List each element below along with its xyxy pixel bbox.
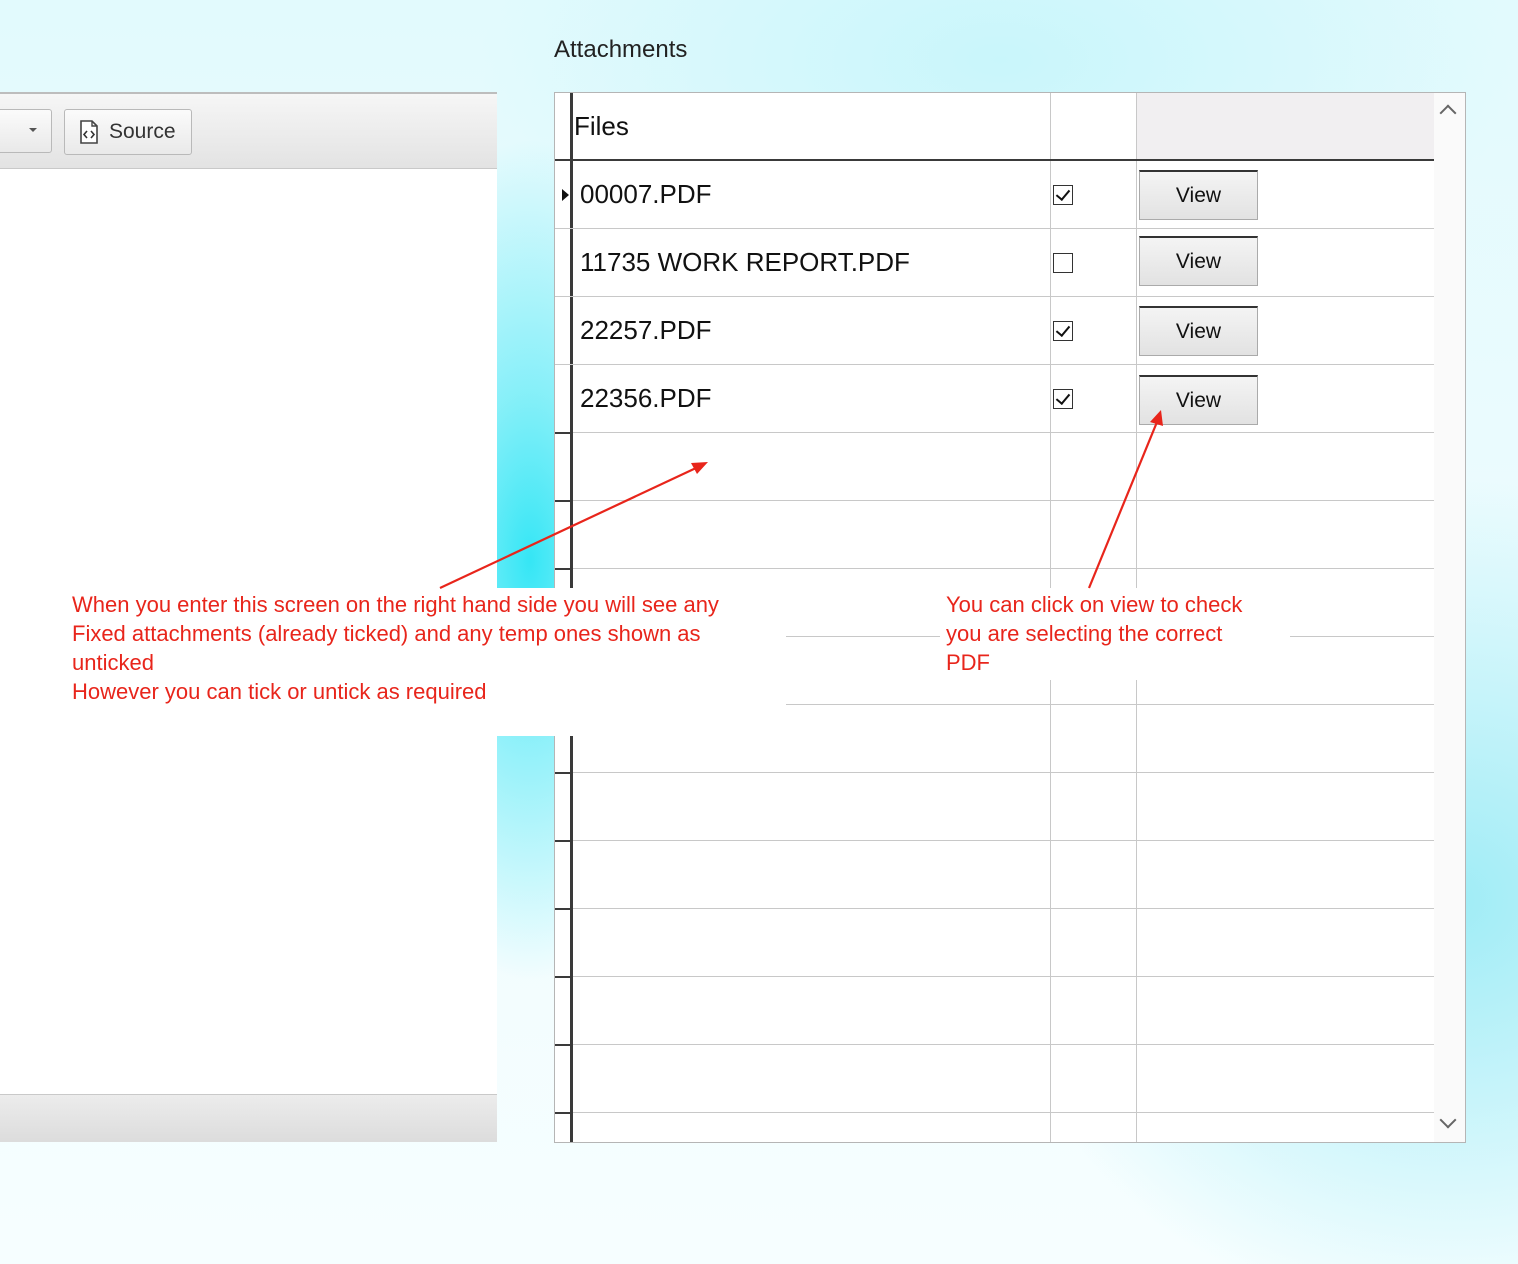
attach-checkbox[interactable] xyxy=(1053,321,1073,341)
row-indicator-tick xyxy=(555,840,573,842)
row-divider xyxy=(555,908,1434,909)
file-name-cell[interactable]: 11735 WORK REPORT.PDF xyxy=(580,247,910,278)
row-divider xyxy=(555,228,1434,229)
chevron-down-icon[interactable] xyxy=(1439,1111,1457,1129)
row-divider xyxy=(555,976,1434,977)
row-indicator-tick xyxy=(555,1044,573,1046)
source-code-icon xyxy=(80,120,98,144)
editor-toolbar: Source xyxy=(0,92,497,169)
row-divider xyxy=(555,1044,1434,1045)
chevron-down-icon xyxy=(29,128,37,132)
row-divider xyxy=(555,840,1434,841)
files-column-header[interactable]: Files xyxy=(574,111,629,142)
current-row-icon xyxy=(562,189,569,201)
row-indicator-tick xyxy=(555,772,573,774)
view-button[interactable]: View xyxy=(1139,375,1258,425)
row-divider xyxy=(555,500,1434,501)
format-dropdown[interactable] xyxy=(0,109,52,153)
attach-checkbox[interactable] xyxy=(1053,253,1073,273)
file-name-cell[interactable]: 22356.PDF xyxy=(580,383,712,414)
view-button[interactable]: View xyxy=(1139,236,1258,286)
row-divider xyxy=(555,432,1434,433)
source-button-label: Source xyxy=(109,120,176,143)
row-indicator-tick xyxy=(555,976,573,978)
file-name-cell[interactable]: 00007.PDF xyxy=(580,179,712,210)
row-indicator-tick xyxy=(555,432,573,434)
attach-checkbox[interactable] xyxy=(1053,389,1073,409)
row-indicator-tick xyxy=(555,908,573,910)
header-divider xyxy=(555,159,1434,161)
row-divider xyxy=(555,364,1434,365)
attach-checkbox[interactable] xyxy=(1053,185,1073,205)
chevron-up-icon[interactable] xyxy=(1439,104,1457,122)
row-indicator-tick xyxy=(555,568,573,570)
attachments-title: Attachments xyxy=(554,36,688,63)
row-indicator-tick xyxy=(555,500,573,502)
vertical-scrollbar[interactable] xyxy=(1434,93,1465,1142)
view-button[interactable]: View xyxy=(1139,306,1258,356)
file-name-cell[interactable]: 22257.PDF xyxy=(580,315,712,346)
row-divider xyxy=(555,568,1434,569)
view-button[interactable]: View xyxy=(1139,170,1258,220)
right-annotation-text: You can click on view to check you are s… xyxy=(946,592,1243,675)
row-divider xyxy=(555,296,1434,297)
left-annotation-text: When you enter this screen on the right … xyxy=(72,592,719,704)
row-divider xyxy=(555,1112,1434,1113)
editor-status-bar xyxy=(0,1094,497,1142)
grid-header-filler xyxy=(1137,93,1434,160)
source-button[interactable]: Source xyxy=(64,109,192,155)
row-divider xyxy=(555,772,1434,773)
row-indicator-tick xyxy=(555,1112,573,1114)
